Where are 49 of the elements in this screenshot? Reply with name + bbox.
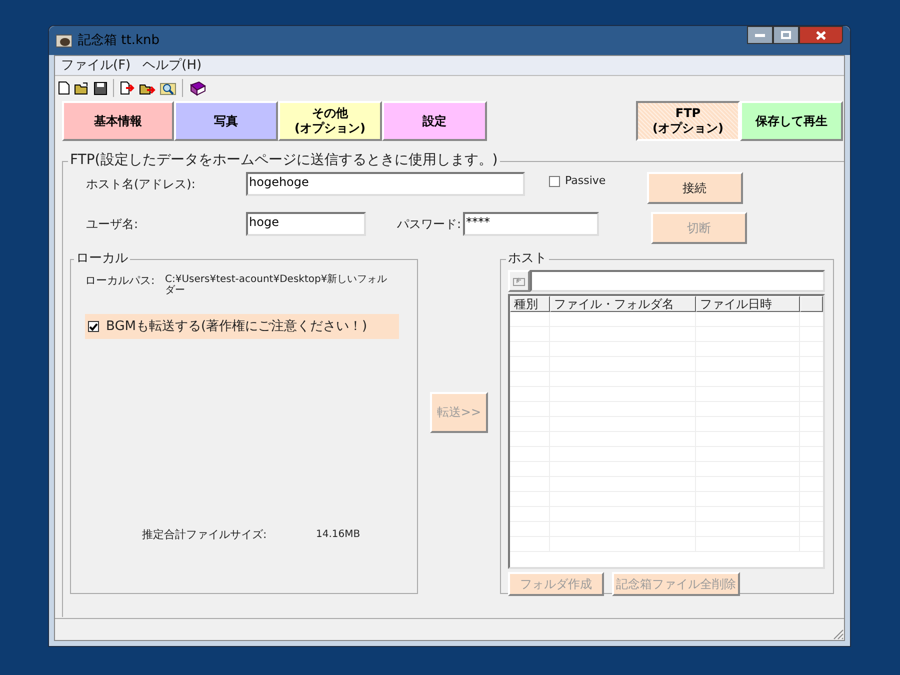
up-folder-button[interactable]	[508, 270, 530, 292]
minimize-icon	[755, 34, 765, 36]
size-value: 14.16MB	[316, 528, 360, 542]
path-text: C:¥Users¥test-acount¥Desktop¥新しいフォルダー	[165, 273, 388, 296]
tab[interactable]: 設定	[382, 101, 487, 141]
column-header[interactable]: ファイル日時	[696, 296, 800, 312]
field-label: ホスト名(アドレス):	[86, 176, 196, 193]
save-icon[interactable]	[94, 82, 107, 94]
user-input[interactable]: hoge	[246, 212, 366, 236]
menu-item[interactable]: ヘルプ(H)	[138, 56, 206, 76]
tab[interactable]: 基本情報	[62, 101, 174, 141]
tab[interactable]: 保存して再生	[740, 101, 843, 141]
checkbox[interactable]	[88, 321, 99, 332]
connect-button[interactable]: 接続	[646, 172, 743, 204]
window-title: 記念箱 tt.knb	[78, 32, 160, 50]
search-icon[interactable]	[160, 80, 176, 96]
export-folder-icon[interactable]	[139, 82, 156, 94]
open-folder-icon[interactable]	[74, 82, 90, 94]
up-folder-icon	[512, 276, 525, 286]
password-input[interactable]: ****	[463, 212, 599, 236]
close-icon	[816, 30, 826, 40]
host-path-input[interactable]	[530, 270, 825, 292]
column-header[interactable]	[800, 296, 823, 312]
minimize-button[interactable]	[747, 26, 773, 44]
field-label: 推定合計ファイルサイズ:	[142, 527, 268, 543]
field-label: ローカルパス:	[85, 273, 156, 289]
maximize-button[interactable]	[773, 26, 799, 44]
column-header[interactable]: 種別	[510, 296, 550, 312]
field-label: ユーザ名:	[86, 216, 140, 233]
check-icon	[89, 322, 98, 330]
checkbox-label: Passive	[565, 173, 606, 190]
maximize-icon	[781, 31, 791, 39]
column-header[interactable]: ファイル・フォルダ名	[550, 296, 696, 312]
host-input[interactable]: hogehoge	[246, 172, 525, 196]
group-legend: ホスト	[506, 250, 549, 267]
tab[interactable]: その他 (オプション)	[278, 101, 382, 141]
field-label: パスワード:	[397, 216, 462, 233]
checkbox-label: BGMも転送する(著作権にご注意ください！)	[106, 318, 368, 336]
tab[interactable]: FTP (オプション)	[636, 101, 740, 141]
resize-grip-icon[interactable]	[832, 628, 844, 640]
group-legend: FTP(設定したデータをホームページに送信するときに使用します。)	[68, 151, 500, 169]
app-icon	[56, 34, 72, 48]
new-file-icon[interactable]	[58, 81, 70, 95]
export-file-icon[interactable]	[120, 81, 135, 95]
close-button[interactable]	[799, 26, 843, 44]
checkbox[interactable]	[549, 176, 560, 187]
menu-item[interactable]: ファイル(F)	[57, 56, 135, 76]
tab[interactable]: 写真	[174, 101, 278, 141]
file-list[interactable]: 種別 ファイル・フォルダ名 ファイル日時	[508, 294, 825, 569]
